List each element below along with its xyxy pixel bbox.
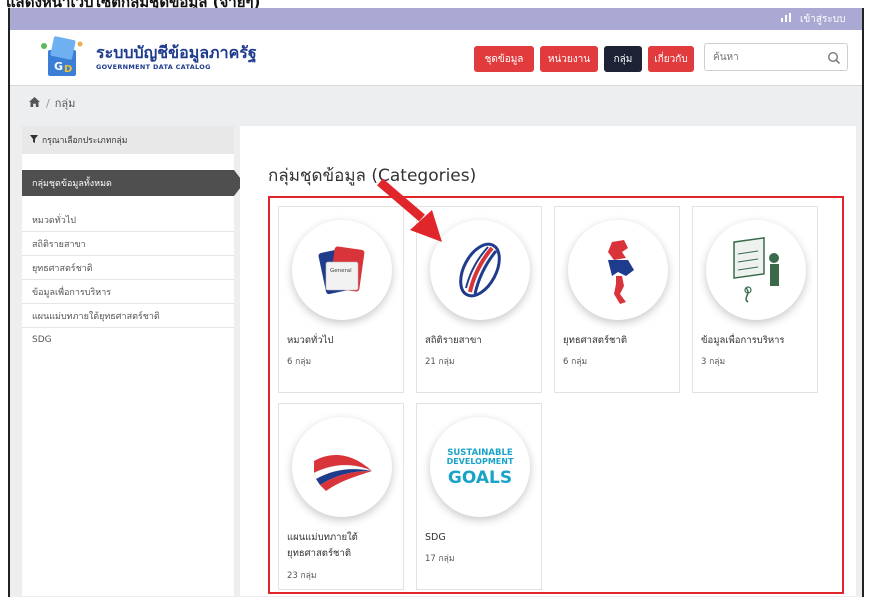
sidebar-heading-text: กรุณาเลือกประเภทกลุ่ม [42, 136, 128, 146]
nav-datasets[interactable]: ชุดข้อมูล [474, 46, 534, 72]
nav-groups[interactable]: กลุ่ม [604, 46, 642, 72]
top-bar: เข้าสู่ระบบ [10, 8, 862, 30]
category-name: หมวดทั่วไป [287, 335, 334, 346]
thailand-map-icon [568, 220, 668, 320]
sidebar-item-master-plan[interactable]: แผนแม่บทภายใต้ยุทธศาสตร์ชาติ [22, 304, 234, 328]
management-icon [706, 220, 806, 320]
category-sidebar: กรุณาเลือกประเภทกลุ่ม กลุ่มชุดข้อมูลทั้ง… [22, 126, 244, 596]
svg-text:G: G [54, 60, 63, 73]
cutoff-caption-text: แสดงหน้าเว็บไซต์กลุ่มชุดข้อมูล (จ่ายๆ) [6, 0, 260, 8]
category-card-management-data[interactable]: ข้อมูลเพื่อการบริหาร 3 กลุ่ม [692, 206, 818, 393]
general-icon-label: General [330, 268, 352, 274]
home-icon[interactable] [28, 96, 41, 111]
login-link[interactable]: เข้าสู่ระบบ [800, 12, 845, 27]
category-count: 6 กลุ่ม [563, 357, 588, 367]
sidebar-item-sdg[interactable]: SDG [22, 328, 234, 352]
red-arrow-icon [377, 178, 442, 242]
brand-subtitle: GOVERNMENT DATA CATALOG [96, 63, 211, 71]
sidebar-item-all-groups[interactable]: กลุ่มชุดข้อมูลทั้งหมด [22, 170, 244, 196]
sdg-icon: SUSTAINABLE DEVELOPMENT GOALS [430, 417, 530, 517]
category-name: SDG [425, 532, 446, 543]
gdc-logo[interactable]: G D [36, 34, 86, 80]
sidebar-item-general[interactable]: หมวดทั่วไป [22, 208, 234, 232]
highlight-box: General หมวดทั่วไป 6 กลุ่ม สถิติรายสาขา … [268, 196, 844, 594]
search-icon[interactable] [827, 50, 841, 65]
sdg-icon-line3: GOALS [448, 468, 512, 488]
category-name: สถิติรายสาขา [425, 335, 482, 346]
category-card-master-plan[interactable]: แผนแม่บทภายใต้ยุทธศาสตร์ชาติ 23 กลุ่ม [278, 403, 404, 590]
category-name: ข้อมูลเพื่อการบริหาร [701, 335, 785, 346]
category-name: แผนแม่บทภายใต้ยุทธศาสตร์ชาติ [287, 532, 358, 559]
breadcrumb-current: กลุ่ม [54, 97, 76, 110]
nav-organizations[interactable]: หน่วยงาน [540, 46, 598, 72]
sidebar-item-statistics[interactable]: สถิติรายสาขา [22, 232, 234, 256]
browser-page: เข้าสู่ระบบ G D ระบบบัญชีข้อมูลภาครัฐ GO… [8, 8, 864, 597]
thai-flag-wave-icon [292, 417, 392, 517]
search-input[interactable] [705, 44, 823, 70]
site-header: G D ระบบบัญชีข้อมูลภาครัฐ GOVERNMENT DAT… [10, 30, 862, 86]
category-card-national-strategy[interactable]: ยุทธศาสตร์ชาติ 6 กลุ่ม [554, 206, 680, 393]
breadcrumb: / กลุ่ม [10, 86, 862, 120]
category-count: 23 กลุ่ม [287, 571, 317, 581]
main-content: กลุ่มชุดข้อมูล (Categories) General หมวด… [240, 126, 856, 596]
sidebar-heading: กรุณาเลือกประเภทกลุ่ม [22, 126, 234, 154]
nav-about[interactable]: เกี่ยวกับ [648, 46, 694, 72]
chart-icon[interactable] [780, 12, 794, 24]
sidebar-item-national-strategy[interactable]: ยุทธศาสตร์ชาติ [22, 256, 234, 280]
category-count: 17 กลุ่ม [425, 554, 455, 564]
category-count: 3 กลุ่ม [701, 357, 726, 367]
sdg-icon-line2: DEVELOPMENT [447, 457, 514, 466]
category-count: 21 กลุ่ม [425, 357, 455, 367]
cutoff-caption: แสดงหน้าเว็บไซต์กลุ่มชุดข้อมูล (จ่ายๆ) [0, 0, 872, 8]
category-count: 6 กลุ่ม [287, 357, 312, 367]
svg-text:D: D [64, 64, 72, 75]
filter-icon [30, 134, 38, 146]
category-card-sdg[interactable]: SUSTAINABLE DEVELOPMENT GOALS SDG 17 กลุ… [416, 403, 542, 590]
category-name: ยุทธศาสตร์ชาติ [563, 335, 628, 346]
sidebar-item-management-data[interactable]: ข้อมูลเพื่อการบริหาร [22, 280, 234, 304]
breadcrumb-separator: / [46, 96, 50, 110]
search-box[interactable] [704, 43, 848, 71]
